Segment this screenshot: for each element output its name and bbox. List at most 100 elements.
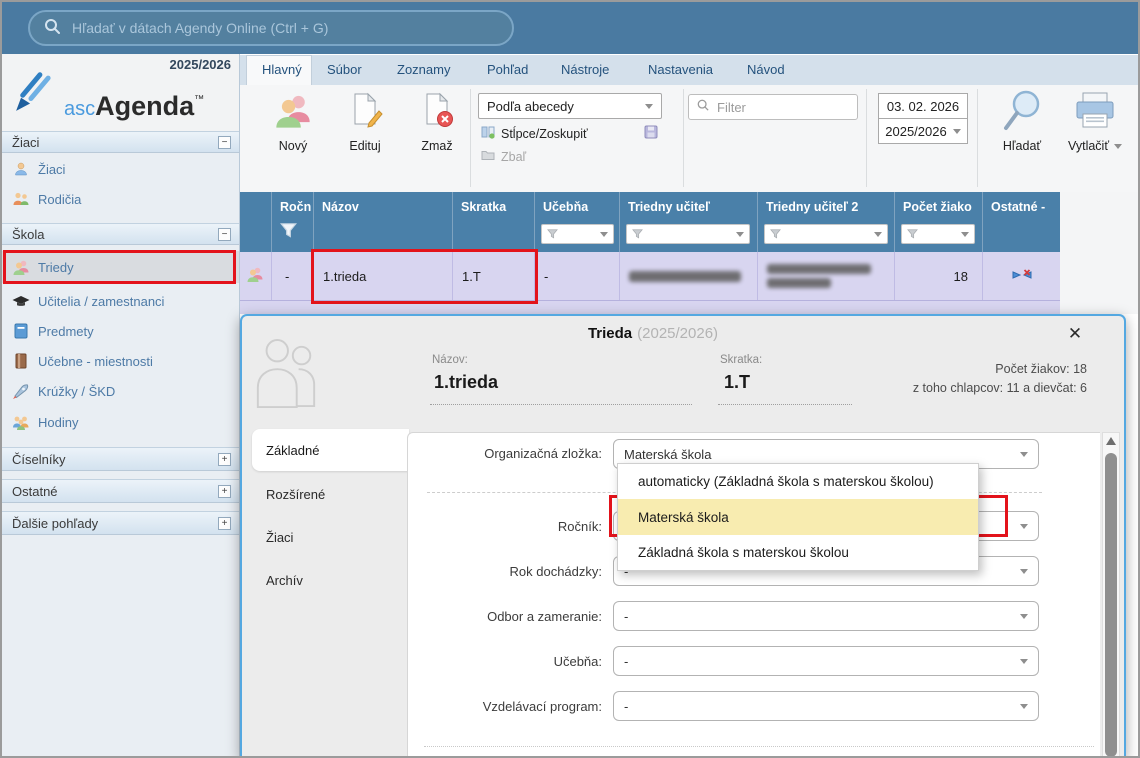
expand-toggle-icon[interactable]: + (218, 453, 231, 466)
collapse-button-label: Zbaľ (501, 150, 526, 164)
collapse-toggle-icon[interactable]: − (218, 136, 231, 149)
sidebar-item-ucebne[interactable]: Učebne - miestnosti (2, 347, 239, 375)
toolbar-separator (470, 89, 471, 187)
sidebar-group-ciselniky[interactable]: Číselníky + (2, 447, 239, 471)
sidebar-item-rodicia[interactable]: Rodičia (2, 185, 239, 213)
tab-navod[interactable]: Návod (747, 62, 785, 77)
tab-hlavny-label[interactable]: Hlavný (262, 62, 302, 77)
graduation-cap-icon (12, 293, 30, 310)
parents-icon (12, 191, 30, 208)
delete-button-label: Zmaž (421, 139, 452, 153)
dropdown-option-zakladna-skola[interactable]: Základná škola s materskou školou (618, 535, 978, 570)
stats-count: Počet žiakov: 18 (802, 360, 1087, 379)
collapse-toggle-icon[interactable]: − (218, 228, 231, 241)
header-cell-nazov[interactable]: Názov (314, 192, 453, 252)
sidebar-item-label: Žiaci (38, 162, 65, 177)
school-year-select[interactable]: 2025/2026 (878, 118, 968, 144)
sidebar-item-predmety[interactable]: Predmety (2, 317, 239, 345)
sort-order-select[interactable]: Podľa abecedy (478, 93, 662, 119)
annotation-box-row (311, 249, 538, 304)
filter-field[interactable] (688, 94, 858, 120)
sidebar-group-label: Ostatné (12, 484, 58, 499)
form-bottom-separator (424, 746, 1094, 747)
column-filter-select[interactable] (626, 224, 750, 244)
rocket-icon (12, 383, 30, 400)
dialog-tab-archiv[interactable]: Archív (266, 573, 303, 588)
redacted-teacher-name (767, 278, 831, 288)
field-label-rocnik: Ročník: (302, 519, 602, 534)
header-cell-rocnik[interactable]: Ročn (272, 192, 314, 252)
redacted-teacher-name (629, 271, 741, 282)
sidebar-group-skola[interactable]: Škola − (2, 223, 239, 245)
sidebar-item-label: Učitelia / zamestnanci (38, 294, 164, 309)
collapse-button[interactable]: Zbaľ (481, 149, 526, 164)
header-cell-ucebna[interactable]: Učebňa (535, 192, 620, 252)
filter-funnel-icon[interactable] (280, 222, 297, 244)
class-icon (246, 266, 264, 286)
filter-funnel-icon (907, 229, 918, 239)
chevron-down-icon (1020, 614, 1028, 619)
sidebar-group-ziaci[interactable]: Žiaci − (2, 131, 239, 153)
sidebar-group-label: Ďalšie pohľady (12, 516, 98, 531)
date-field[interactable]: 03. 02. 2026 (878, 93, 968, 119)
chevron-down-icon (600, 232, 608, 237)
printer-icon (1073, 89, 1117, 133)
row-class-icon-cell (240, 252, 272, 300)
tab-pohlad[interactable]: Pohľad (487, 62, 528, 77)
save-layout-icon[interactable] (644, 125, 658, 144)
header-cell-ostatne[interactable]: Ostatné - (983, 192, 1060, 252)
sidebar-item-kruzky[interactable]: Krúžky / ŠKD (2, 377, 239, 405)
search-button[interactable]: Hľadať (992, 89, 1052, 167)
column-filter-select[interactable] (901, 224, 975, 244)
chevron-down-icon (1020, 569, 1028, 574)
chevron-down-icon (1020, 704, 1028, 709)
odbor-value: - (624, 609, 628, 624)
table-right-gap (1060, 192, 1138, 314)
sidebar-item-ziaci[interactable]: Žiaci (2, 155, 239, 183)
columns-group-button[interactable]: Stĺpce/Zoskupiť (481, 125, 588, 142)
scroll-up-icon[interactable] (1106, 437, 1116, 445)
sidebar-item-label: Krúžky / ŠKD (38, 384, 115, 399)
column-filter-select[interactable] (764, 224, 888, 244)
sidebar-group-ostatne[interactable]: Ostatné + (2, 479, 239, 503)
dropdown-option-automaticky[interactable]: automaticky (Základná škola s materskou … (618, 464, 978, 499)
vzdelavaci-program-value: - (624, 699, 628, 714)
expand-toggle-icon[interactable]: + (218, 485, 231, 498)
glasses-hidden-icon[interactable] (1012, 268, 1032, 285)
dialog-tab-rozsirene[interactable]: Rozšírené (266, 487, 325, 502)
print-button[interactable]: Vytlačiť (1060, 89, 1130, 167)
delete-button[interactable]: Zmaž (397, 89, 477, 167)
tab-zoznamy[interactable]: Zoznamy (397, 62, 450, 77)
global-search-input[interactable] (70, 19, 498, 37)
ucebna-select[interactable]: - (613, 646, 1039, 676)
close-icon[interactable]: ✕ (1062, 322, 1088, 346)
sort-order-value: Podľa abecedy (487, 99, 574, 114)
header-cell-triedny-ucitel-2[interactable]: Triedny učiteľ 2 (758, 192, 895, 252)
column-filter-select[interactable] (541, 224, 614, 244)
vzdelavaci-program-select[interactable]: - (613, 691, 1039, 721)
header-cell-pocet-ziakov[interactable]: Počet žiako (895, 192, 983, 252)
sidebar-group-label: Škola (12, 227, 45, 242)
sidebar-item-hodiny[interactable]: Hodiny (2, 408, 239, 436)
tab-nastavenia[interactable]: Nastavenia (648, 62, 713, 77)
new-button[interactable]: Nový (253, 89, 333, 167)
chevron-down-icon (961, 232, 969, 237)
tab-nastroje[interactable]: Nástroje (561, 62, 609, 77)
filter-input[interactable] (715, 99, 849, 116)
scrollbar-thumb[interactable] (1105, 453, 1117, 757)
global-search-pill[interactable] (28, 10, 514, 46)
dropdown-option-materska-skola[interactable]: Materská škola (618, 499, 978, 535)
search-button-label: Hľadať (1003, 139, 1041, 153)
header-cell-triedny-ucitel[interactable]: Triedny učiteľ (620, 192, 758, 252)
menu-tab-bar: Hlavný Súbor Zoznamy Pohľad Nástroje Nas… (240, 55, 1138, 86)
expand-toggle-icon[interactable]: + (218, 517, 231, 530)
tab-subor[interactable]: Súbor (327, 62, 362, 77)
edit-button[interactable]: Edituj (325, 89, 405, 167)
dialog-tab-ziaci[interactable]: Žiaci (266, 530, 293, 545)
header-cell-skratka[interactable]: Skratka (453, 192, 535, 252)
toolbar: Nový Edituj Zmaž Podľa abecedy Stĺpce/Zo… (240, 85, 1138, 193)
dialog-scrollbar[interactable] (1102, 432, 1120, 758)
sidebar-group-dalsie-pohlady[interactable]: Ďalšie pohľady + (2, 511, 239, 535)
odbor-select[interactable]: - (613, 601, 1039, 631)
sidebar-item-ucitelia[interactable]: Učitelia / zamestnanci (2, 287, 239, 315)
